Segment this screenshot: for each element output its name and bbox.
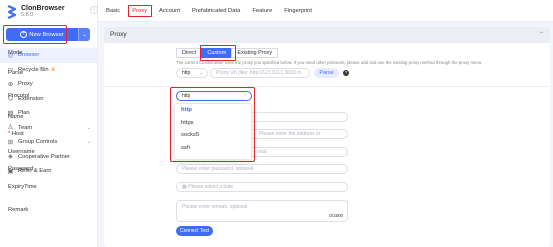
sidebar-item-label: Group Controls	[18, 139, 58, 146]
tab-fingerprint[interactable]: Fingerprint	[284, 0, 312, 22]
mode-hint-text: The current ClonBrowser uses the proxy y…	[176, 60, 483, 65]
tab-basic[interactable]: Basic	[106, 0, 120, 22]
parse-protocol-select[interactable]: http ⌄	[176, 68, 208, 78]
chevron-down-icon: ⌄	[86, 124, 91, 131]
chevron-down-icon: ⌄	[86, 139, 91, 146]
clonbrowser-logo-icon	[7, 5, 17, 19]
panel-header[interactable]: Proxy ⌃	[104, 27, 550, 43]
parse-label: Parse	[8, 70, 24, 76]
remark-label: Remark	[8, 207, 29, 213]
host-placeholder: Please enter the address (e	[259, 131, 321, 137]
name-label: Name	[8, 114, 24, 120]
remark-textarea[interactable]: Please enter remark, optional 0/1500	[176, 200, 348, 222]
expiry-label: ExpiryTime	[8, 184, 37, 190]
crown-icon: ♛	[50, 66, 56, 73]
username-label: Username	[8, 149, 35, 155]
expiry-date-input[interactable]: ▦ Please select a date	[176, 182, 348, 192]
proxy-icon: ⊕	[7, 80, 14, 88]
proxy-url-input[interactable]: Proxy Url (like: http://127.0.0.1:3000 o…	[210, 68, 310, 78]
parse-button[interactable]: Parse	[314, 68, 339, 78]
tab-proxy[interactable]: Proxy	[128, 0, 153, 22]
chevron-down-icon: ⌄	[82, 31, 87, 38]
app-version: 5.8.0	[21, 12, 34, 18]
tab-feature[interactable]: Feature	[252, 0, 272, 22]
highlight-protocol	[170, 87, 255, 162]
chevron-up-icon: ⌃	[538, 32, 544, 38]
parse-protocol-value: http	[182, 70, 191, 76]
connect-test-button[interactable]: Connect Test	[176, 226, 213, 236]
help-icon[interactable]: ?	[343, 70, 349, 76]
sidebar-item-label: Proxy	[18, 81, 33, 88]
remark-counter: 0/1500	[329, 213, 343, 218]
tab-account[interactable]: Account	[159, 0, 180, 22]
mode-existing-proxy-button[interactable]: Existing Proxy	[231, 48, 279, 58]
username-placeholder: onal	[257, 149, 267, 155]
mode-label: Mode	[8, 50, 23, 56]
protocol-label: Procotol	[8, 93, 30, 99]
sidebar-item-group-controls[interactable]: ⊞ Group Controls ⌄	[0, 135, 97, 150]
group-icon: ⊞	[7, 138, 14, 146]
panel-title: Proxy	[110, 31, 127, 38]
highlight-proxy-tab	[128, 4, 153, 17]
highlight-custom-mode	[200, 45, 236, 61]
tab-prefabricated-data[interactable]: Prefabricated Data	[192, 0, 240, 22]
expiry-placeholder: Please select a date	[188, 184, 234, 190]
collapse-sidebar-button[interactable]: ‹	[90, 6, 98, 14]
highlight-new-browser	[3, 25, 67, 44]
sidebar-item-label: Team	[18, 124, 33, 131]
mode-direct-button[interactable]: Direct	[176, 48, 203, 58]
password-label: Password	[8, 166, 34, 172]
host-label-text: Host	[11, 131, 24, 137]
host-label: * Host	[8, 131, 24, 137]
sidebar-item-proxy[interactable]: ⊕ Proxy	[0, 77, 97, 92]
new-browser-dropdown-button[interactable]: ⌄	[78, 28, 90, 41]
chevron-down-icon: ⌄	[199, 70, 203, 75]
app-name: ClonBrowser	[21, 5, 65, 12]
password-input[interactable]: Please enter password, optional	[176, 164, 348, 174]
tab-bar: Basic Proxy Account Prefabricated Data F…	[98, 0, 553, 22]
app-logo-row: ClonBrowser 5.8.0	[6, 3, 65, 21]
remark-placeholder: Please enter remark, optional	[182, 204, 248, 210]
